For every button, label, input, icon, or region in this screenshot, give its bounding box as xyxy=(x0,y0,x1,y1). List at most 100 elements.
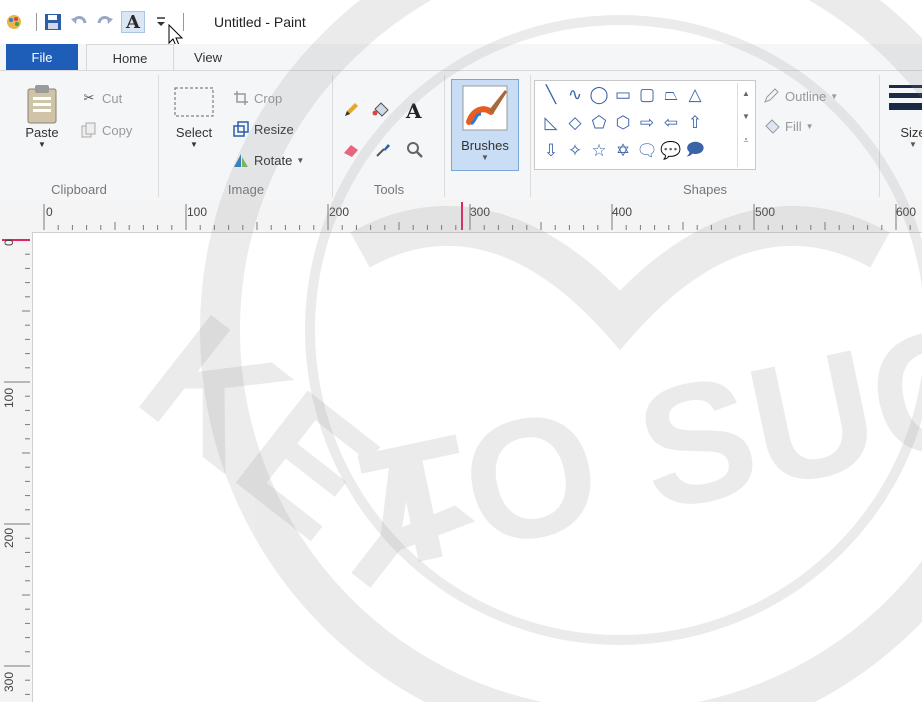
tab-view[interactable]: View xyxy=(176,44,240,70)
ruler-label-300: 300 xyxy=(470,205,491,219)
paste-button[interactable]: Paste ▼ xyxy=(16,83,68,149)
select-icon xyxy=(174,87,214,117)
brush-icon xyxy=(462,85,508,131)
cut-button[interactable]: ✂ Cut xyxy=(80,89,123,107)
drawing-canvas[interactable] xyxy=(34,234,922,702)
canvas-area[interactable] xyxy=(34,234,922,702)
redo-icon[interactable] xyxy=(95,12,115,32)
brushes-dropdown-icon: ▼ xyxy=(481,153,489,162)
scroll-up-icon[interactable]: ▲ xyxy=(738,89,754,98)
line-size-icon xyxy=(889,85,922,110)
select-label: Select xyxy=(175,125,213,140)
triangle-shape-icon[interactable]: △ xyxy=(683,83,707,107)
horizontal-ruler-ticks xyxy=(43,202,911,230)
ruler-v-label-100: 100 xyxy=(2,387,16,408)
crop-button[interactable]: Crop xyxy=(232,89,282,107)
rotate-button[interactable]: Rotate ▼ xyxy=(232,151,304,169)
hexagon-shape-icon[interactable]: ⬡ xyxy=(611,111,635,135)
fill-tool[interactable] xyxy=(372,101,394,119)
rounded-rectangle-shape-icon[interactable]: ▢ xyxy=(635,83,659,107)
curve-shape-icon[interactable]: ∿ xyxy=(563,83,587,107)
eraser-icon xyxy=(342,141,360,159)
resize-label: Resize xyxy=(254,121,294,137)
text-tool-qat-icon[interactable]: A xyxy=(121,11,145,33)
pencil-tool[interactable] xyxy=(342,101,364,119)
scroll-down-icon[interactable]: ▼ xyxy=(738,112,754,121)
color-picker-tool[interactable] xyxy=(374,141,396,159)
shapes-gallery[interactable]: ╲ ∿ ◯ ▭ ▢ ⏢ △ ◺ ◇ ⬠ ⬡ ⇨ ⇦ ⇧ ⇩ ✧ ☆ ✡ 🗨 💬 … xyxy=(534,80,756,170)
ribbon-tabs: File Home View xyxy=(0,44,922,72)
diamond-shape-icon[interactable]: ◇ xyxy=(563,111,587,135)
ribbon: Paste ▼ ✂ Cut Copy Clipboard Select ▼ Cr… xyxy=(0,70,922,202)
resize-button[interactable]: Resize xyxy=(232,120,294,138)
left-arrow-shape-icon[interactable]: ⇦ xyxy=(659,111,683,135)
pentagon-shape-icon[interactable]: ⬠ xyxy=(587,111,611,135)
clipboard-group-label: Clipboard xyxy=(51,182,107,197)
polygon-shape-icon[interactable]: ⏢ xyxy=(659,83,683,107)
text-glyph: A xyxy=(126,11,140,33)
text-tool-icon: A xyxy=(406,99,422,123)
four-point-star-shape-icon[interactable]: ✧ xyxy=(563,139,587,163)
size-dropdown-icon: ▼ xyxy=(909,140,917,149)
tab-file[interactable]: File xyxy=(6,44,78,70)
paste-icon xyxy=(27,85,57,124)
quick-access-toolbar: A xyxy=(4,10,190,34)
paste-dropdown-icon: ▼ xyxy=(38,140,46,149)
shapes-scrollbar[interactable]: ▲ ▼ ⩡ xyxy=(737,83,754,167)
resize-icon xyxy=(232,120,250,138)
crop-icon xyxy=(232,89,250,107)
paint-app-icon[interactable] xyxy=(4,12,24,32)
copy-button[interactable]: Copy xyxy=(80,121,132,139)
right-arrow-shape-icon[interactable]: ⇨ xyxy=(635,111,659,135)
ruler-label-100: 100 xyxy=(187,205,208,219)
up-arrow-shape-icon[interactable]: ⇧ xyxy=(683,111,707,135)
undo-icon[interactable] xyxy=(69,12,89,32)
outline-button[interactable]: Outline ▼ xyxy=(763,87,838,105)
five-point-star-shape-icon[interactable]: ☆ xyxy=(587,139,611,163)
save-icon[interactable] xyxy=(43,12,63,32)
rotate-label: Rotate xyxy=(254,152,293,168)
rounded-callout-shape-icon[interactable]: 🗨 xyxy=(635,139,659,163)
text-tool[interactable]: A xyxy=(406,99,422,123)
select-button[interactable]: Select ▼ xyxy=(168,85,220,149)
window-title: Untitled - Paint xyxy=(214,14,306,30)
oval-shape-icon[interactable]: ◯ xyxy=(587,83,611,107)
right-triangle-shape-icon[interactable]: ◺ xyxy=(539,111,563,135)
brushes-button[interactable]: Brushes ▼ xyxy=(451,79,519,171)
vertical-ruler-ticks xyxy=(2,239,30,695)
copy-icon xyxy=(80,121,98,139)
expand-gallery-icon[interactable]: ⩡ xyxy=(738,135,754,146)
paint-bucket-icon xyxy=(372,101,390,119)
down-arrow-shape-icon[interactable]: ⇩ xyxy=(539,139,563,163)
fill-dropdown-icon: ▼ xyxy=(805,121,814,131)
crop-label: Crop xyxy=(254,90,283,106)
pencil-icon xyxy=(342,101,360,119)
outline-label: Outline xyxy=(785,88,827,104)
title-bar: A Untitled - Paint xyxy=(0,0,922,47)
cloud-callout-shape-icon[interactable]: 🗩 xyxy=(683,139,707,163)
rectangle-shape-icon[interactable]: ▭ xyxy=(611,83,635,107)
fill-button[interactable]: Fill ▼ xyxy=(763,117,814,135)
brushes-label: Brushes xyxy=(461,138,509,153)
rotate-dropdown-icon: ▼ xyxy=(296,155,305,165)
copy-label: Copy xyxy=(102,122,133,138)
fill-bucket-icon xyxy=(763,117,781,135)
size-button[interactable]: Size ▼ xyxy=(882,81,922,149)
fill-label: Fill xyxy=(785,118,802,134)
tools-group-label: Tools xyxy=(373,182,405,197)
image-group-label: Image xyxy=(227,182,265,197)
scissors-icon: ✂ xyxy=(83,90,95,105)
tools-group: A Tools xyxy=(334,75,445,197)
shapes-group-label: Shapes xyxy=(682,182,728,197)
ruler-label-500: 500 xyxy=(755,205,776,219)
tab-home[interactable]: Home xyxy=(86,44,174,72)
toolbar-separator xyxy=(36,13,37,31)
line-shape-icon[interactable]: ╲ xyxy=(539,83,563,107)
magnifier-tool[interactable] xyxy=(406,141,428,159)
rotate-icon xyxy=(232,151,250,169)
magnifier-icon xyxy=(406,141,424,159)
six-point-star-shape-icon[interactable]: ✡ xyxy=(611,139,635,163)
ruler-label-200: 200 xyxy=(329,205,350,219)
oval-callout-shape-icon[interactable]: 💬 xyxy=(659,139,683,163)
eraser-tool[interactable] xyxy=(342,141,364,159)
